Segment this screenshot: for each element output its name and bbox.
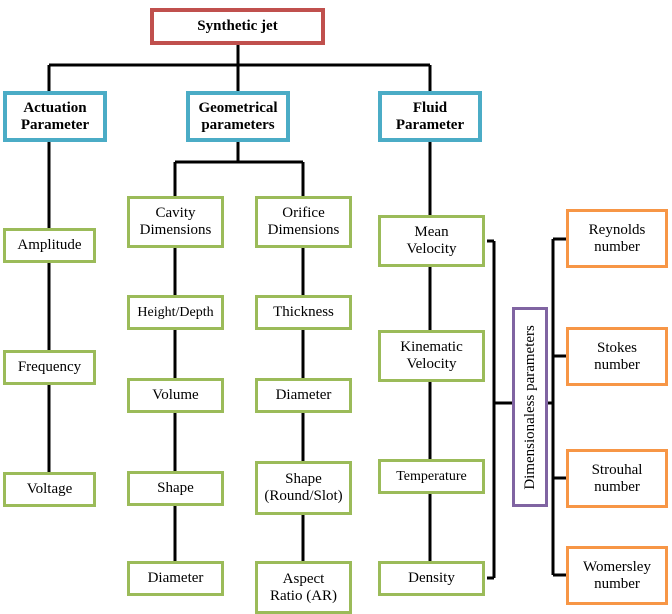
node-label: Aspect Ratio (AR): [269, 570, 338, 604]
node-label: Geometrical parameters: [198, 99, 278, 133]
node-label: Shape (Round/Slot): [264, 471, 343, 504]
node-strouhal-number[interactable]: Strouhal number: [566, 449, 668, 508]
node-label: Mean Velocity: [406, 224, 457, 257]
node-mean-velocity[interactable]: Mean Velocity: [378, 215, 485, 267]
node-synthetic-jet[interactable]: Synthetic jet: [150, 8, 325, 45]
node-label: Womersley number: [583, 558, 651, 592]
node-label: Shape: [157, 480, 194, 497]
node-label: Volume: [152, 387, 199, 404]
node-frequency[interactable]: Frequency: [3, 350, 96, 385]
node-label: Height/Depth: [137, 304, 214, 320]
node-label: Reynolds number: [588, 221, 646, 255]
node-orifice-shape[interactable]: Shape (Round/Slot): [255, 461, 352, 515]
node-label: Kinematic Velocity: [400, 339, 463, 372]
node-height-depth[interactable]: Height/Depth: [127, 295, 224, 330]
node-orifice-dimensions[interactable]: Orifice Dimensions: [255, 196, 352, 248]
node-label: Density: [408, 570, 455, 587]
node-label: Orifice Dimensions: [267, 205, 340, 238]
node-label: Actuation Parameter: [20, 99, 90, 133]
node-womersley-number[interactable]: Womersley number: [566, 546, 668, 605]
node-actuation-parameter[interactable]: Actuation Parameter: [3, 91, 107, 142]
node-label: Cavity Dimensions: [139, 205, 212, 238]
node-volume[interactable]: Volume: [127, 378, 224, 413]
node-cavity-shape[interactable]: Shape: [127, 471, 224, 506]
node-thickness[interactable]: Thickness: [255, 295, 352, 330]
node-geometrical-parameters[interactable]: Geometrical parameters: [186, 91, 290, 142]
node-label: Dimensionaless parameters: [521, 324, 538, 490]
node-dimensionaless-parameters[interactable]: Dimensionaless parameters: [512, 307, 548, 507]
node-reynolds-number[interactable]: Reynolds number: [566, 209, 668, 268]
node-label: Voltage: [26, 481, 73, 498]
node-stokes-number[interactable]: Stokes number: [566, 327, 668, 386]
node-amplitude[interactable]: Amplitude: [3, 228, 96, 263]
node-label: Fluid Parameter: [395, 99, 465, 133]
node-label: Amplitude: [17, 237, 82, 254]
node-label: Strouhal number: [591, 461, 643, 495]
node-label: Frequency: [17, 359, 82, 376]
node-kinematic-velocity[interactable]: Kinematic Velocity: [378, 330, 485, 382]
node-cavity-dimensions[interactable]: Cavity Dimensions: [127, 196, 224, 248]
node-voltage[interactable]: Voltage: [3, 472, 96, 507]
node-label: Temperature: [396, 468, 467, 484]
node-density[interactable]: Density: [378, 561, 485, 596]
node-label: Thickness: [273, 304, 334, 321]
node-label: Synthetic jet: [197, 18, 278, 35]
node-cavity-diameter[interactable]: Diameter: [127, 561, 224, 596]
node-aspect-ratio[interactable]: Aspect Ratio (AR): [255, 561, 352, 614]
node-label: Diameter: [275, 387, 332, 404]
flowchart-diagram: Synthetic jet Actuation Parameter Geomet…: [0, 0, 672, 614]
node-fluid-parameter[interactable]: Fluid Parameter: [378, 91, 482, 142]
node-label: Stokes number: [594, 339, 640, 373]
node-orifice-diameter[interactable]: Diameter: [255, 378, 352, 413]
node-label: Diameter: [147, 570, 204, 587]
node-temperature[interactable]: Temperature: [378, 459, 485, 494]
